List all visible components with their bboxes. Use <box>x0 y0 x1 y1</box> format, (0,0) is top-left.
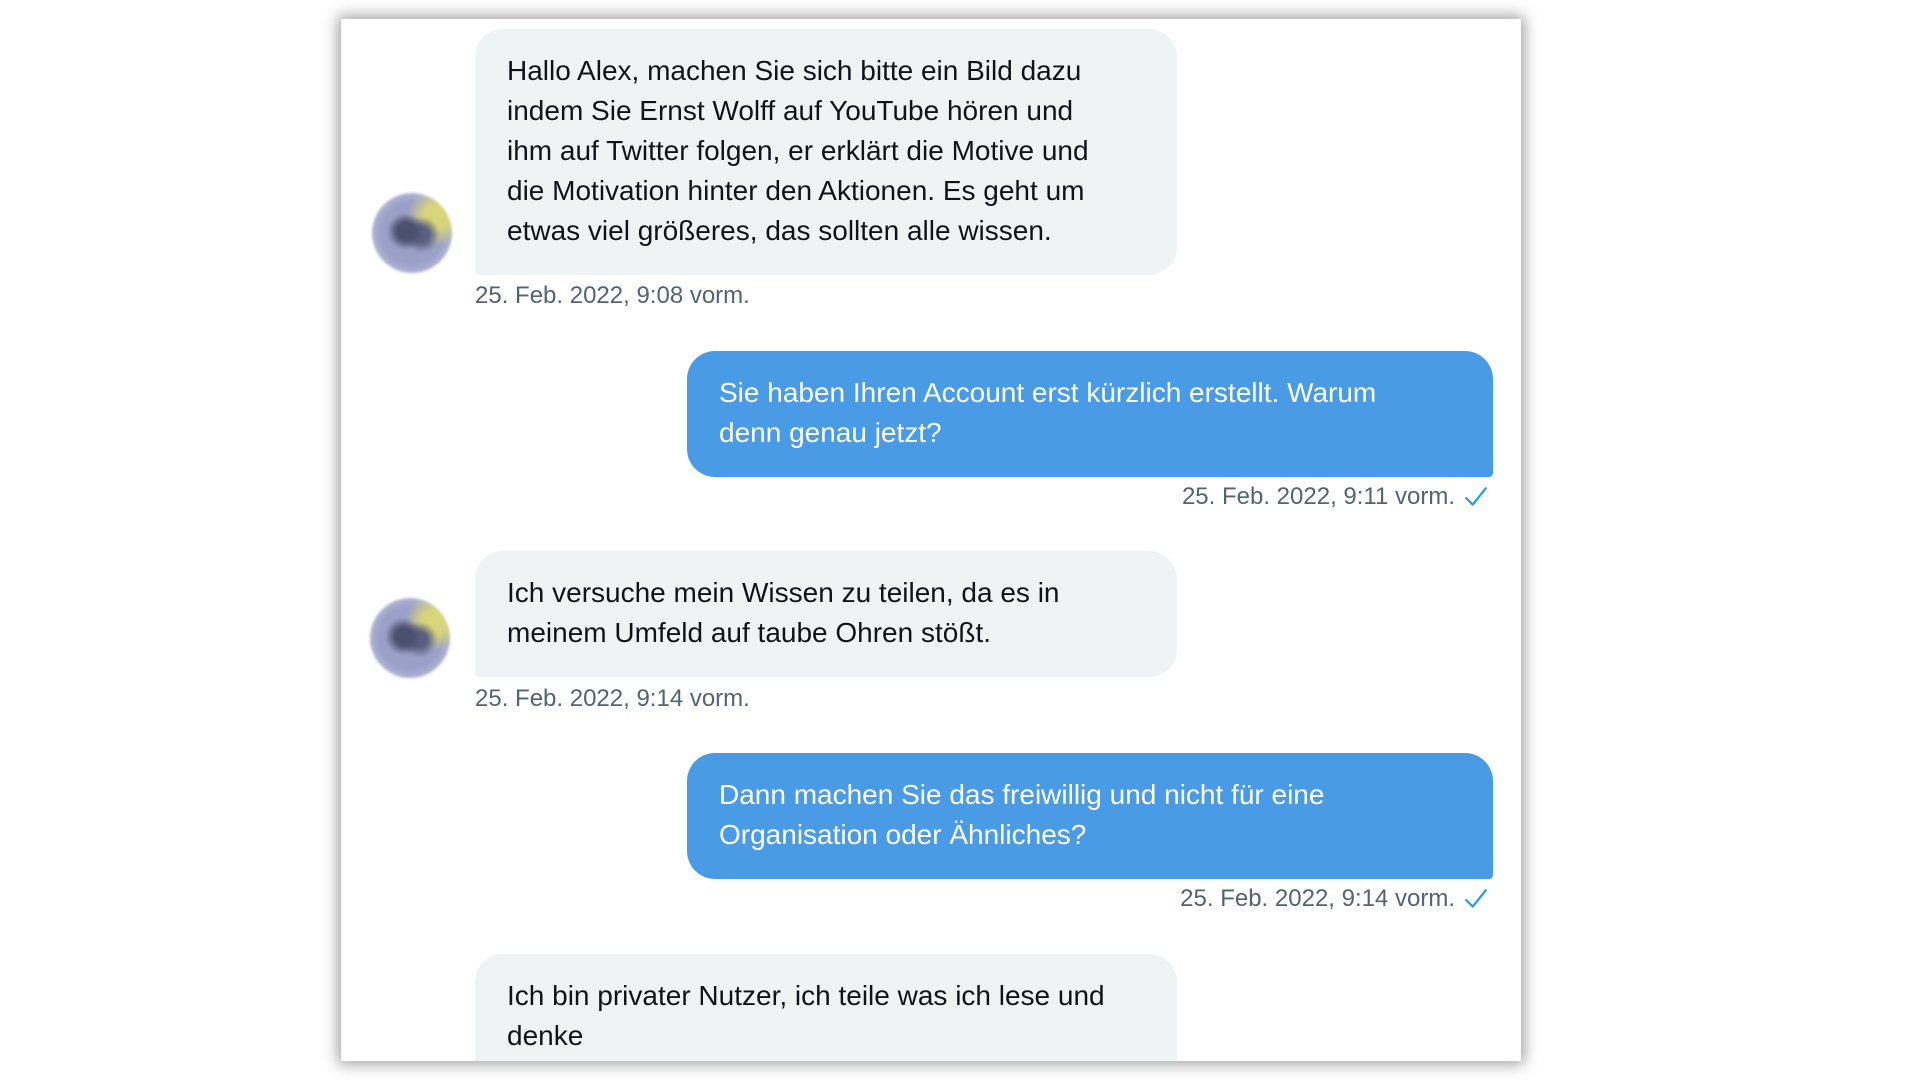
message-timestamp: 25. Feb. 2022, 9:08 vorm. <box>475 282 750 309</box>
sender-avatar[interactable] <box>370 598 450 678</box>
outgoing-message-bubble[interactable]: Sie haben Ihren Account erst kürzlich er… <box>687 351 1493 477</box>
checkmark-icon <box>1465 487 1487 506</box>
message-status-row: 25. Feb. 2022, 9:14 vorm. <box>1180 884 1489 914</box>
outgoing-message-bubble[interactable]: Dann machen Sie das freiwillig und nicht… <box>687 753 1493 879</box>
incoming-message-bubble[interactable]: Ich versuche mein Wissen zu teilen, da e… <box>475 551 1177 677</box>
message-timestamp: 25. Feb. 2022, 9:14 vorm. <box>475 685 750 712</box>
sender-avatar[interactable] <box>372 193 452 273</box>
dm-conversation-panel: Hallo Alex, machen Sie sich bitte ein Bi… <box>341 19 1521 1061</box>
message-timestamp: 25. Feb. 2022, 9:11 vorm. <box>1181 483 1455 510</box>
checkmark-icon <box>1465 889 1487 908</box>
message-timestamp: 25. Feb. 2022, 9:14 vorm. <box>1180 885 1455 912</box>
message-status-row: 25. Feb. 2022, 9:11 vorm. <box>1182 482 1489 512</box>
incoming-message-bubble[interactable]: Ich bin privater Nutzer, ich teile was i… <box>475 954 1177 1061</box>
incoming-message-bubble[interactable]: Hallo Alex, machen Sie sich bitte ein Bi… <box>475 29 1177 275</box>
